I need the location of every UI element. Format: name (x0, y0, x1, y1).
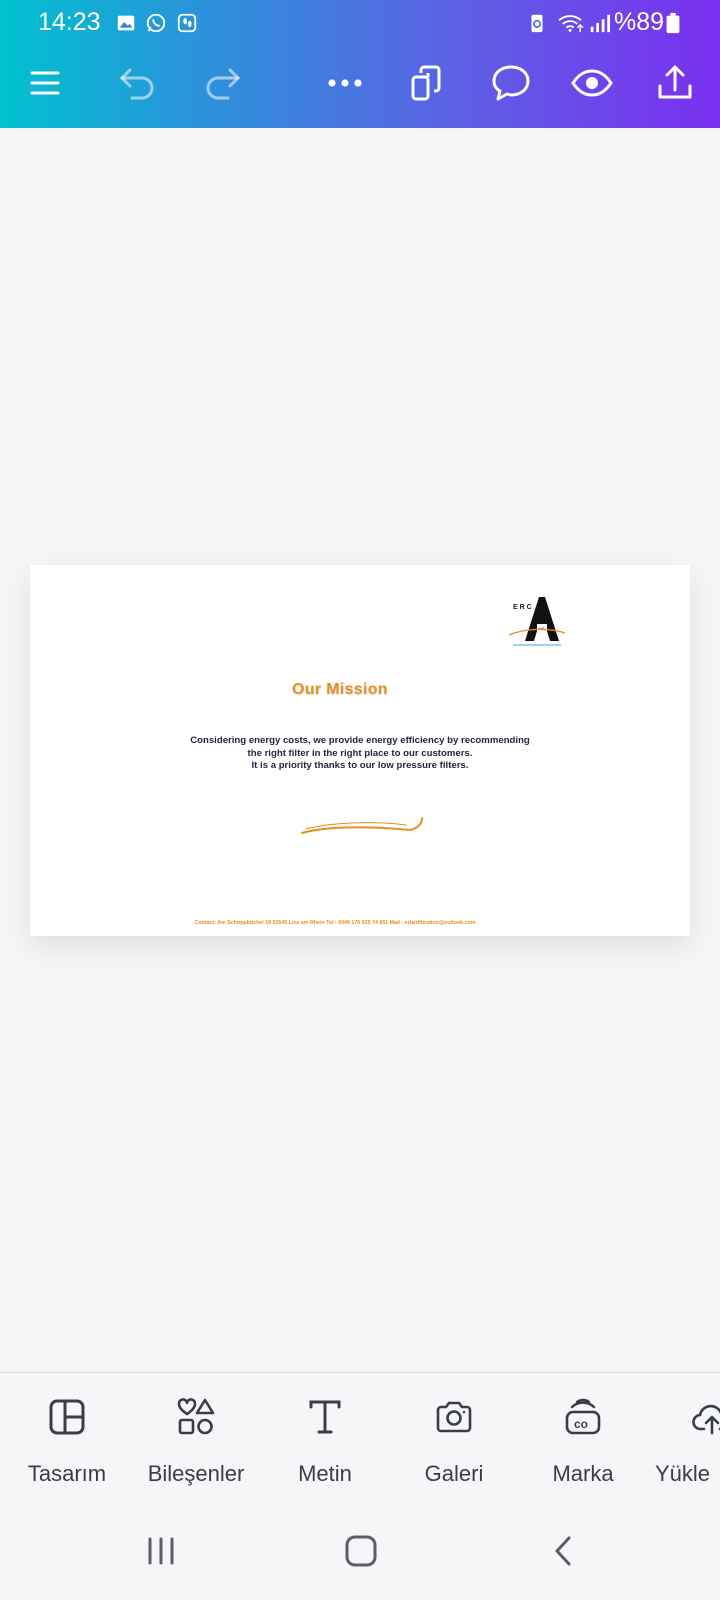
comment-button[interactable] (486, 58, 536, 108)
tool-elements[interactable]: Bileşenler (131, 1373, 261, 1505)
tool-gallery-label: Galeri (424, 1461, 484, 1486)
decorative-swoosh[interactable] (300, 815, 424, 839)
tool-text[interactable]: Metin (260, 1373, 390, 1505)
footsteps-icon (177, 13, 197, 33)
back-button[interactable] (538, 1526, 588, 1576)
status-time: 14:23 (38, 8, 101, 36)
more-button[interactable] (320, 58, 370, 108)
battery-percentage: %89 (614, 8, 665, 36)
menu-button[interactable] (20, 58, 70, 108)
gallery-icon (117, 15, 135, 31)
battery-saver-icon (531, 14, 543, 33)
pages-button[interactable] (402, 58, 452, 108)
redo-button[interactable] (198, 58, 248, 108)
tool-upload-label: Yükle (655, 1461, 711, 1486)
preview-icon (571, 69, 613, 97)
svg-text:E R C: E R C (513, 604, 532, 611)
redo-icon (206, 68, 240, 100)
brand-icon: co (565, 1398, 601, 1435)
more-icon (328, 79, 362, 87)
camera-icon (436, 1401, 472, 1433)
home-icon (345, 1535, 377, 1567)
mission-title[interactable]: Our Mission (30, 681, 650, 699)
mission-line-1: Considering energy costs, we provide ene… (190, 735, 530, 746)
tool-brand-label: Marka (552, 1461, 614, 1486)
signal-icon (590, 14, 610, 33)
preview-button[interactable] (567, 58, 617, 108)
whatsapp-icon (146, 13, 166, 33)
back-icon (555, 1536, 571, 1566)
app-top-bar: 14:23 %89 (0, 0, 720, 128)
design-page[interactable]: E R C AIR Our Mission Considering energy… (30, 565, 690, 936)
comment-icon (492, 65, 530, 101)
company-logo[interactable]: E R C AIR (507, 591, 571, 651)
share-button[interactable] (650, 58, 700, 108)
mission-line-2: the right filter in the right place to o… (247, 747, 473, 759)
tool-design-label: Tasarım (27, 1461, 107, 1486)
contact-footer[interactable]: Contact: Am Schoppbüchel 19 53545 Linz a… (30, 920, 640, 926)
svg-text:AIR: AIR (538, 626, 545, 631)
mission-line-3: It is a priority thanks to our low press… (251, 760, 469, 771)
tool-upload[interactable]: Yükle (647, 1373, 720, 1505)
home-button[interactable] (336, 1526, 386, 1576)
svg-text:co: co (574, 1417, 588, 1431)
pages-icon (411, 65, 441, 101)
mission-body[interactable]: Considering energy costs, we provide ene… (30, 735, 690, 773)
wifi-icon (558, 15, 584, 33)
tool-brand[interactable]: co Marka (518, 1373, 648, 1505)
tool-text-label: Metin (298, 1461, 352, 1486)
tool-design[interactable]: Tasarım (2, 1373, 132, 1505)
layout-icon (49, 1399, 85, 1435)
text-icon (309, 1400, 341, 1434)
tool-gallery[interactable]: Galeri (389, 1373, 519, 1505)
bottom-toolbar: Tasarım Bileşenler Metin Galeri co Marka… (0, 1372, 720, 1505)
recent-apps-button[interactable] (136, 1526, 186, 1576)
tool-elements-label: Bileşenler (147, 1461, 245, 1486)
share-icon (658, 65, 692, 99)
upload-cloud-icon (692, 1404, 720, 1435)
status-bar: 14:23 %89 (0, 0, 720, 46)
elements-icon (177, 1398, 215, 1435)
battery-icon (666, 12, 680, 34)
recent-apps-icon (148, 1537, 174, 1565)
undo-icon (120, 68, 154, 100)
undo-button[interactable] (112, 58, 162, 108)
system-nav-bar (0, 1504, 720, 1600)
menu-icon (30, 71, 60, 95)
